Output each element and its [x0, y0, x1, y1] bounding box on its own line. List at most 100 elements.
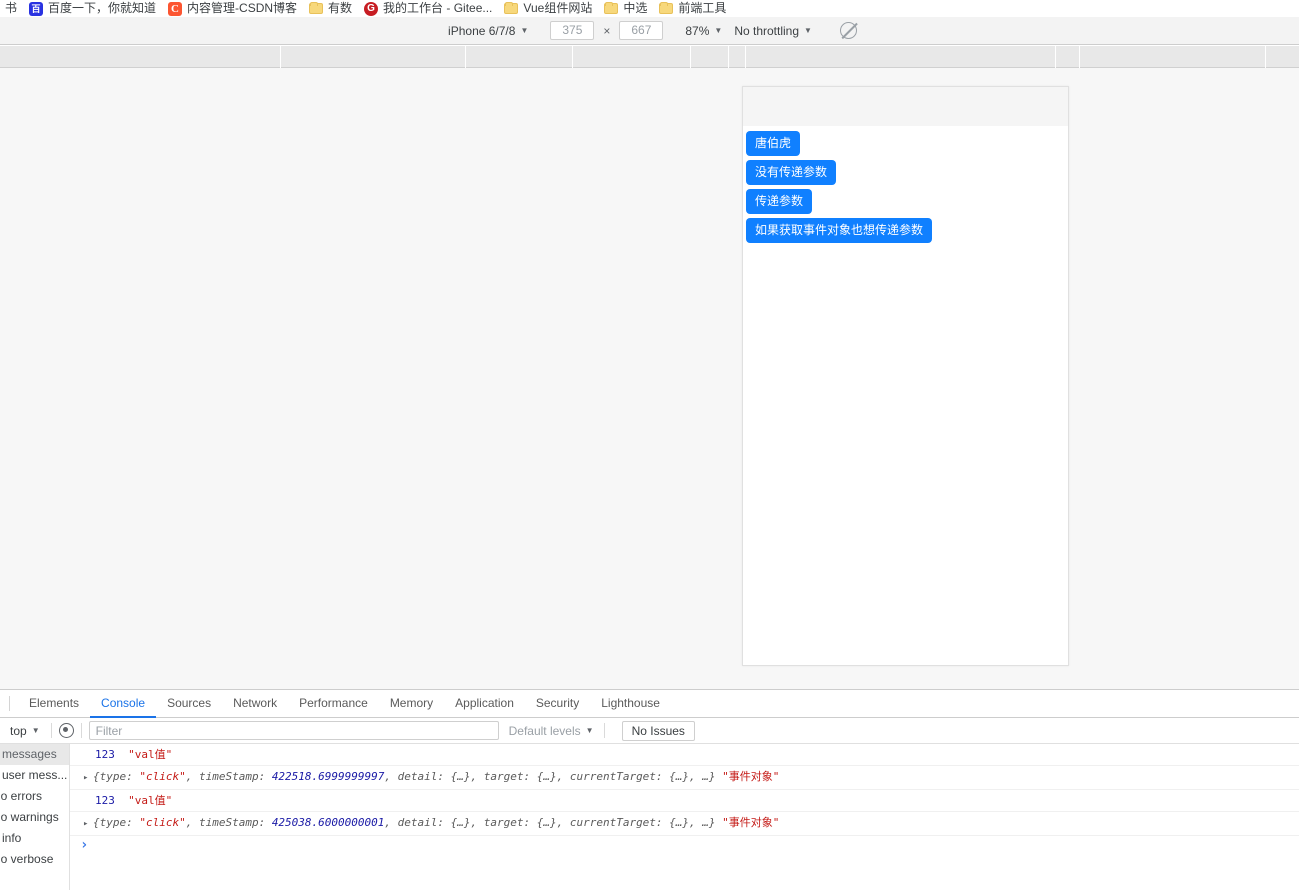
- bookmark-item[interactable]: 有数: [304, 0, 359, 17]
- bookmark-item[interactable]: Vue组件网站: [499, 0, 599, 17]
- folder-icon: [659, 2, 674, 14]
- log-object-mid: , timeStamp:: [185, 816, 272, 829]
- tab-sources[interactable]: Sources: [156, 690, 222, 718]
- tab-network[interactable]: Network: [222, 690, 288, 718]
- page-content: 唐伯虎 没有传递参数 传递参数 如果获取事件对象也想传递参数: [743, 126, 1068, 665]
- log-label: "事件对象": [722, 770, 780, 783]
- tab-security[interactable]: Security: [525, 690, 590, 718]
- chevron-down-icon: ▼: [31, 725, 40, 735]
- eye-icon[interactable]: [58, 723, 74, 738]
- issues-button[interactable]: No Issues: [621, 720, 695, 741]
- log-event-type: "click": [139, 816, 186, 829]
- ruler-tick: [1265, 46, 1266, 68]
- console-message-list: 123 "val值" ▸ {type: "click", timeStamp: 4…: [70, 744, 1299, 890]
- log-timestamp: 425038.6000000001: [271, 816, 385, 829]
- bookmark-label: 内容管理-CSDN博客: [187, 1, 298, 15]
- sidebar-item-messages[interactable]: 4 messages: [0, 744, 69, 765]
- console-prompt[interactable]: [70, 836, 1299, 853]
- viewport-height-input[interactable]: 667: [619, 21, 664, 40]
- bookmark-label: 有数: [328, 1, 353, 15]
- bookmark-label: 百度一下，你就知道: [48, 1, 157, 15]
- bookmark-item[interactable]: C 内容管理-CSDN博客: [163, 0, 304, 17]
- log-event-type: "click": [139, 770, 186, 783]
- folder-icon: [604, 2, 619, 14]
- log-timestamp: 422518.6999999997: [271, 770, 385, 783]
- tab-memory[interactable]: Memory: [379, 690, 444, 718]
- log-level-label: Default levels: [508, 723, 581, 738]
- log-object-rest: , detail: {…}, target: {…}, currentTarge…: [384, 770, 716, 783]
- rotate-icon[interactable]: [839, 22, 857, 39]
- throttling-selector[interactable]: No throttling ▼: [728, 22, 818, 40]
- execution-context-label: top: [10, 723, 27, 738]
- log-level-selector[interactable]: Default levels ▼: [509, 724, 594, 738]
- log-string: "val值": [128, 794, 173, 807]
- console-message-row: ▸ {type: "click", timeStamp: 425038.60000…: [70, 812, 1299, 836]
- bookmark-label: 中选: [623, 1, 648, 15]
- console-sidebar: 4 messages 4 user mess... No errors No w…: [0, 744, 70, 890]
- tab-lighthouse[interactable]: Lighthouse: [590, 690, 671, 718]
- dimension-separator: ×: [603, 23, 611, 38]
- tab-application[interactable]: Application: [444, 690, 525, 718]
- gitee-icon: G: [364, 1, 379, 16]
- ruler-tick: [1079, 46, 1080, 68]
- folder-icon: [309, 2, 324, 14]
- log-label: "事件对象": [722, 816, 780, 829]
- viewport-ruler: [0, 46, 1299, 68]
- log-string: "val值": [128, 748, 173, 761]
- console-filter-input[interactable]: [88, 721, 499, 740]
- bookmark-item[interactable]: 前端工具: [654, 0, 733, 17]
- page-header-strip: [743, 87, 1068, 126]
- ruler-tick: [690, 46, 691, 68]
- sidebar-item-verbose[interactable]: No verbose: [0, 849, 69, 870]
- log-number: 123: [95, 794, 115, 807]
- devtools-tabbar: Elements Console Sources Network Perform…: [0, 690, 1299, 718]
- action-button-no-params[interactable]: 没有传递参数: [746, 160, 837, 185]
- console-body: 4 messages 4 user mess... No errors No w…: [0, 744, 1299, 890]
- bookmark-item[interactable]: 书: [0, 0, 24, 17]
- chevron-down-icon: ▼: [714, 25, 723, 35]
- log-object-prefix: {type:: [93, 770, 140, 783]
- bookmark-item[interactable]: G 我的工作台 - Gitee...: [359, 0, 499, 17]
- throttling-selector-label: No throttling: [734, 23, 800, 38]
- device-selector[interactable]: iPhone 6/7/8 ▼: [442, 22, 534, 40]
- ruler-tick: [745, 46, 746, 68]
- bookmark-label: 前端工具: [678, 1, 727, 15]
- sidebar-item-user-messages[interactable]: 4 user mess...: [0, 765, 69, 786]
- chevron-down-icon: ▼: [585, 725, 594, 735]
- execution-context-selector[interactable]: top ▼: [6, 724, 44, 738]
- action-button-with-params[interactable]: 传递参数: [746, 189, 813, 214]
- expand-arrow-icon[interactable]: ▸: [83, 816, 93, 833]
- baidu-icon: 百: [29, 1, 44, 16]
- bookmark-label: Vue组件网站: [523, 1, 593, 15]
- ruler-tick: [280, 46, 281, 68]
- viewport-width-input[interactable]: 375: [550, 21, 595, 40]
- action-button-event-and-params[interactable]: 如果获取事件对象也想传递参数: [746, 218, 933, 243]
- sidebar-item-warnings[interactable]: No warnings: [0, 807, 69, 828]
- sidebar-item-errors[interactable]: No errors: [0, 786, 69, 807]
- devtools-panel: Elements Console Sources Network Perform…: [0, 689, 1299, 890]
- bookmarks-bar: 书 百 百度一下，你就知道 C 内容管理-CSDN博客 有数 G 我的工作台 -…: [0, 0, 1299, 17]
- tab-console[interactable]: Console: [90, 690, 157, 718]
- device-selector-label: iPhone 6/7/8: [448, 23, 516, 38]
- ruler-tick: [572, 46, 573, 68]
- zoom-selector[interactable]: 87% ▼: [679, 22, 728, 40]
- log-object-prefix: {type:: [93, 816, 140, 829]
- bookmark-item[interactable]: 中选: [599, 0, 654, 17]
- tab-elements[interactable]: Elements: [18, 690, 90, 718]
- action-button-tangbohu[interactable]: 唐伯虎: [746, 131, 801, 156]
- console-message-row: 123 "val值": [70, 790, 1299, 812]
- folder-icon: [504, 2, 519, 14]
- csdn-icon: C: [168, 1, 183, 16]
- chevron-down-icon: ▼: [520, 25, 529, 35]
- bookmark-label: 书: [5, 1, 18, 15]
- emulated-device-frame: 唐伯虎 没有传递参数 传递参数 如果获取事件对象也想传递参数: [742, 86, 1069, 666]
- sidebar-item-info[interactable]: 4 info: [0, 828, 69, 849]
- expand-arrow-icon[interactable]: ▸: [83, 770, 93, 787]
- device-emulation-toolbar: iPhone 6/7/8 ▼ 375 × 667 87% ▼ No thrott…: [0, 17, 1299, 45]
- log-object-rest: , detail: {…}, target: {…}, currentTarge…: [384, 816, 716, 829]
- bookmark-item[interactable]: 百 百度一下，你就知道: [24, 0, 163, 17]
- ruler-tick: [465, 46, 466, 68]
- tab-performance[interactable]: Performance: [288, 690, 379, 718]
- console-toolbar: top ▼ Default levels ▼ No Issues: [0, 718, 1299, 744]
- zoom-selector-label: 87%: [685, 23, 710, 38]
